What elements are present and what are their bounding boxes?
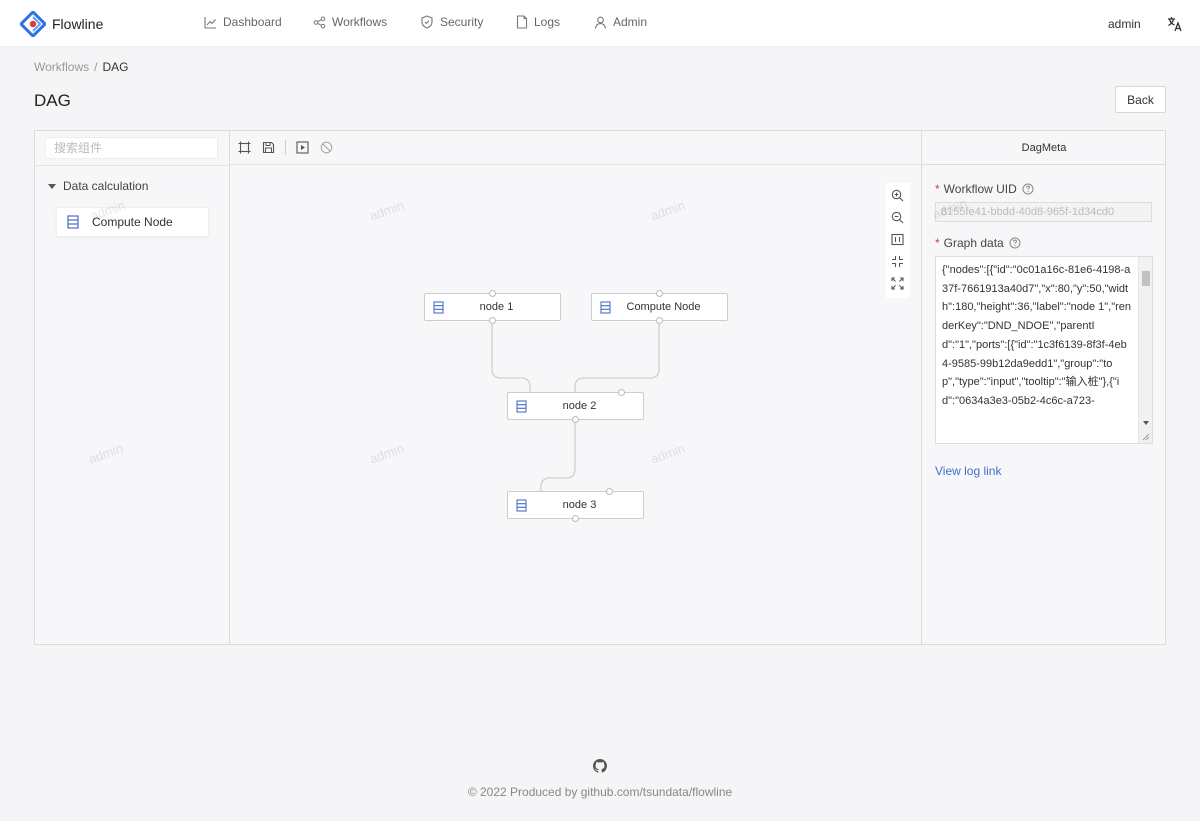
- nav-admin[interactable]: Admin: [594, 15, 647, 29]
- input-port[interactable]: [489, 290, 496, 297]
- output-port[interactable]: [489, 317, 496, 324]
- scroll-down-icon[interactable]: [1143, 421, 1149, 425]
- textarea-scrollbar[interactable]: [1138, 257, 1152, 443]
- input-port[interactable]: [656, 290, 663, 297]
- graph-node[interactable]: node 2: [507, 389, 644, 423]
- database-icon: [516, 499, 527, 512]
- breadcrumb: Workflows / DAG: [34, 60, 128, 74]
- edge-compute-node2: [574, 321, 660, 392]
- page-title: DAG: [34, 91, 71, 110]
- help-icon[interactable]: [1022, 183, 1034, 195]
- shield-icon: [420, 15, 440, 29]
- breadcrumb-workflows[interactable]: Workflows: [34, 60, 89, 74]
- nav-security[interactable]: Security: [420, 15, 483, 29]
- component-group-label: Data calculation: [63, 179, 149, 193]
- user-icon: [594, 16, 613, 29]
- workflow-uid-label: * Workflow UID: [935, 182, 1034, 196]
- input-port[interactable]: [606, 488, 613, 495]
- graph-data-label: * Graph data: [935, 236, 1021, 250]
- fullscreen-icon[interactable]: [891, 277, 904, 290]
- graph-node[interactable]: node 1: [424, 290, 561, 324]
- database-icon: [433, 301, 444, 314]
- input-port[interactable]: [618, 389, 625, 396]
- panel-title: DagMeta: [922, 131, 1166, 165]
- resize-grip-icon[interactable]: [1141, 432, 1150, 441]
- database-icon: [600, 301, 611, 314]
- breadcrumb-current: DAG: [102, 60, 129, 74]
- flowline-logo-icon: [20, 11, 46, 37]
- app-name: Flowline: [52, 16, 104, 32]
- graph-canvas[interactable]: admin admin admin admin node 1 Compute N…: [230, 131, 921, 644]
- panel-divider: [35, 165, 229, 166]
- caret-down-icon: [48, 183, 56, 189]
- required-mark: *: [935, 182, 940, 196]
- node-label: node 3: [562, 499, 597, 511]
- help-icon[interactable]: [1009, 237, 1021, 249]
- back-button[interactable]: Back: [1115, 86, 1166, 113]
- nav-dashboard-label: Dashboard: [223, 15, 282, 29]
- graph-data-text: {"nodes":[{"id":"0c01a16c-81e6-4198-a37f…: [942, 264, 1132, 407]
- line-chart-icon: [204, 16, 223, 29]
- database-icon: [516, 400, 527, 413]
- output-port[interactable]: [572, 515, 579, 522]
- compute-node-label: Compute Node: [92, 215, 173, 229]
- nav-admin-label: Admin: [613, 15, 648, 29]
- graph-edges: [491, 321, 660, 491]
- dag-meta-panel: DagMeta * Workflow UID * Graph data {"no…: [921, 131, 1166, 644]
- top-header: Flowline Dashboard Workflows Security Lo…: [0, 0, 1200, 47]
- actual-size-icon[interactable]: [891, 233, 904, 246]
- translate-icon[interactable]: [1167, 16, 1183, 32]
- zoom-out-icon[interactable]: [891, 211, 904, 224]
- app-logo[interactable]: Flowline: [20, 11, 103, 37]
- graph-node[interactable]: node 3: [507, 488, 644, 522]
- graph-data-textarea[interactable]: {"nodes":[{"id":"0c01a16c-81e6-4198-a37f…: [935, 256, 1153, 444]
- edge-node1-node2: [491, 321, 531, 392]
- database-icon: [67, 215, 92, 229]
- compute-node-component[interactable]: Compute Node: [56, 207, 209, 237]
- share-nodes-icon: [313, 16, 332, 29]
- zoom-controls: [886, 183, 910, 298]
- output-port[interactable]: [572, 416, 579, 423]
- required-mark: *: [935, 236, 940, 250]
- zoom-in-icon[interactable]: [891, 189, 904, 202]
- dag-editor: Data calculation Compute Node admin admi…: [34, 130, 1166, 645]
- nav-logs[interactable]: Logs: [516, 15, 560, 29]
- current-user[interactable]: admin: [1108, 17, 1141, 31]
- scroll-thumb[interactable]: [1142, 271, 1150, 286]
- workflow-uid-label-text: Workflow UID: [943, 182, 1017, 196]
- graph-node[interactable]: Compute Node: [591, 290, 728, 324]
- component-panel: Data calculation Compute Node admin admi…: [35, 131, 230, 644]
- nav-security-label: Security: [440, 15, 484, 29]
- footer-copyright: © 2022 Produced by github.com/tsundata/f…: [467, 785, 733, 799]
- view-log-link[interactable]: View log link: [935, 464, 1001, 478]
- node-label: node 2: [562, 400, 597, 412]
- fit-screen-icon[interactable]: [891, 255, 904, 268]
- edge-node2-node3: [540, 420, 576, 491]
- nav-workflows-label: Workflows: [332, 15, 388, 29]
- graph-data-label-text: Graph data: [943, 236, 1004, 250]
- breadcrumb-separator: /: [94, 60, 98, 74]
- component-search-input[interactable]: [45, 137, 218, 159]
- file-icon: [516, 15, 534, 29]
- nav-logs-label: Logs: [534, 15, 561, 29]
- nav-workflows[interactable]: Workflows: [313, 15, 387, 29]
- component-group-header[interactable]: Data calculation: [48, 179, 148, 193]
- watermark: admin: [86, 440, 125, 467]
- github-icon[interactable]: [593, 759, 607, 773]
- output-port[interactable]: [656, 317, 663, 324]
- node-label: node 1: [479, 301, 514, 313]
- node-label: Compute Node: [626, 301, 701, 313]
- nav-dashboard[interactable]: Dashboard: [204, 15, 282, 29]
- workflow-uid-input[interactable]: [935, 202, 1152, 222]
